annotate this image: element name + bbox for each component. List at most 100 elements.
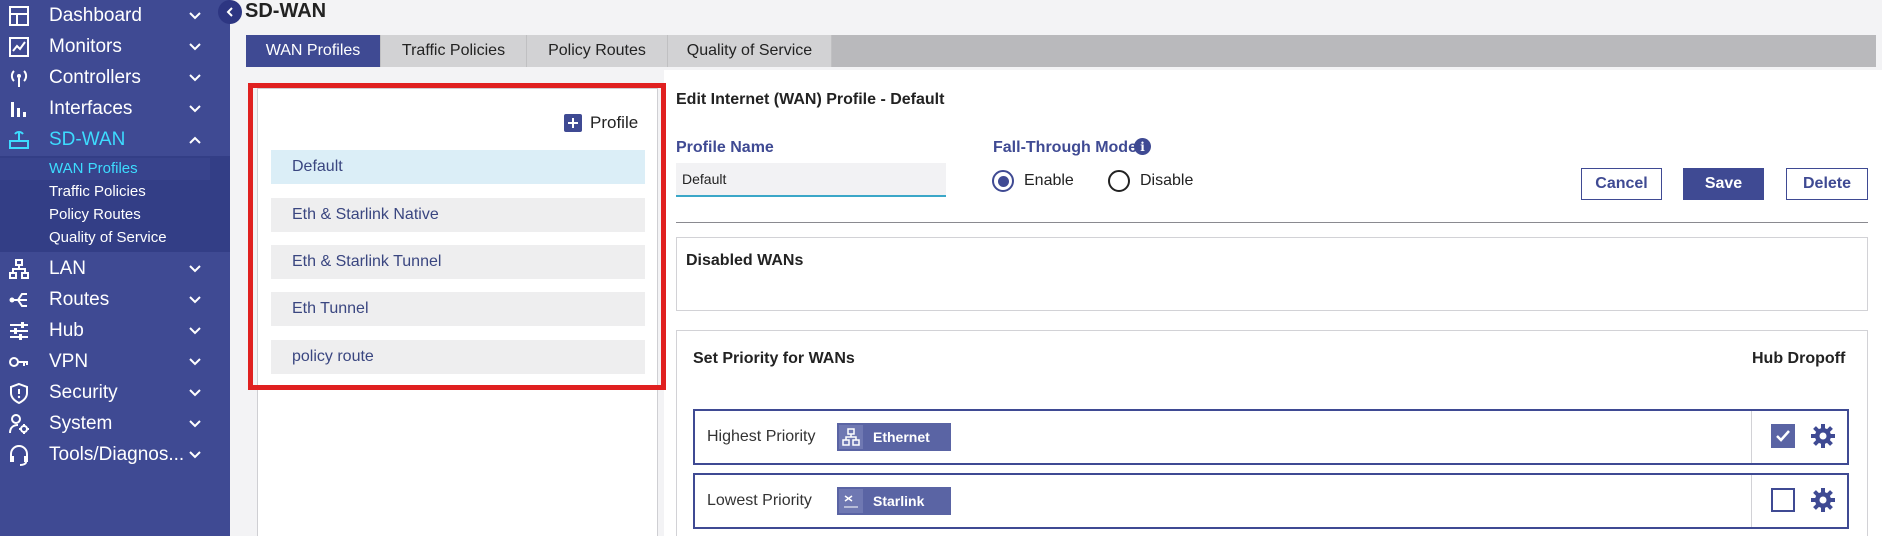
antenna-icon xyxy=(8,67,30,89)
profile-name-input[interactable] xyxy=(676,163,946,197)
fallthrough-mode-label: Fall-Through Mode xyxy=(993,139,1137,156)
chevron-down-icon xyxy=(188,417,202,431)
headset-icon xyxy=(8,444,30,466)
wan-priority-row: Highest Priority Ethernet xyxy=(693,409,1849,465)
submenu-item-traffic-policies[interactable]: Traffic Policies xyxy=(49,183,146,200)
checkmark-icon xyxy=(1776,430,1790,442)
ethernet-icon xyxy=(839,425,863,449)
cancel-button[interactable]: Cancel xyxy=(1581,168,1662,200)
sidebar-item-controllers[interactable]: Controllers xyxy=(0,62,230,93)
starlink-icon xyxy=(839,489,863,513)
sidebar-item-label: Security xyxy=(49,381,118,403)
bar-chart-icon xyxy=(8,98,30,120)
delete-button[interactable]: Delete xyxy=(1786,168,1868,200)
radio-selected-icon xyxy=(992,170,1014,192)
chevron-down-icon xyxy=(188,9,202,23)
chevron-down-icon xyxy=(188,448,202,462)
gear-icon[interactable] xyxy=(1810,487,1836,513)
router-icon xyxy=(8,129,30,151)
sidebar: Dashboard Monitors Controllers Interface… xyxy=(0,0,230,536)
sidebar-item-label: SD-WAN xyxy=(49,128,126,150)
sidebar-item-interfaces[interactable]: Interfaces xyxy=(0,93,230,124)
chevron-down-icon xyxy=(188,355,202,369)
lan-tree-icon xyxy=(8,258,30,280)
section-divider xyxy=(676,222,1868,223)
sidebar-item-security[interactable]: Security xyxy=(0,377,230,408)
sidebar-item-system[interactable]: System xyxy=(0,408,230,439)
submenu-item-wan-profiles[interactable]: WAN Profiles xyxy=(49,160,138,177)
gear-icon[interactable] xyxy=(1810,423,1836,449)
sidebar-item-label: Routes xyxy=(49,288,110,310)
tab-policy-routes[interactable]: Policy Routes xyxy=(527,35,668,67)
priority-label: Highest Priority xyxy=(707,428,816,445)
disable-label: Disable xyxy=(1140,172,1194,189)
chevron-up-icon xyxy=(188,133,202,147)
sidebar-item-dashboard[interactable]: Dashboard xyxy=(0,0,230,31)
chevron-left-icon xyxy=(226,7,233,17)
chevron-down-icon xyxy=(188,386,202,400)
sidebar-item-label: Controllers xyxy=(49,66,141,88)
plus-icon xyxy=(564,114,582,132)
fallthrough-disable-radio[interactable]: Disable xyxy=(1108,170,1193,192)
profile-item[interactable]: Eth & Starlink Tunnel xyxy=(271,245,645,279)
info-icon[interactable]: i xyxy=(1134,138,1151,155)
user-gear-icon xyxy=(8,413,30,435)
editor-title: Edit Internet (WAN) Profile - Default xyxy=(676,91,945,108)
tab-wan-profiles[interactable]: WAN Profiles xyxy=(246,35,381,67)
radio-unselected-icon xyxy=(1108,170,1130,192)
chevron-down-icon xyxy=(188,102,202,116)
sidebar-item-lan[interactable]: LAN xyxy=(0,253,230,284)
disabled-wans-box xyxy=(676,237,1868,311)
chevron-down-icon xyxy=(188,324,202,338)
fallthrough-enable-radio[interactable]: Enable xyxy=(992,170,1074,192)
sidebar-item-tools-diagnostics[interactable]: Tools/Diagnos... xyxy=(0,439,230,470)
wan-name: Starlink xyxy=(873,493,925,509)
sidebar-item-label: System xyxy=(49,412,113,434)
dashboard-icon xyxy=(8,5,30,27)
key-icon xyxy=(8,351,30,373)
hub-dropoff-title: Hub Dropoff xyxy=(1752,350,1846,367)
sidebar-item-label: Tools/Diagnos... xyxy=(49,443,185,465)
tab-quality-of-service[interactable]: Quality of Service xyxy=(668,35,832,67)
add-profile-button[interactable]: Profile xyxy=(564,113,638,133)
enable-label: Enable xyxy=(1024,172,1074,189)
wan-name: Ethernet xyxy=(873,429,930,445)
chevron-down-icon xyxy=(188,262,202,276)
sidebar-collapse-button[interactable] xyxy=(218,0,242,24)
sidebar-item-label: Interfaces xyxy=(49,97,133,119)
profile-item[interactable]: Eth Tunnel xyxy=(271,292,645,326)
tab-bar: WAN Profiles Traffic Policies Policy Rou… xyxy=(246,35,1876,67)
tab-traffic-policies[interactable]: Traffic Policies xyxy=(381,35,527,67)
sidebar-item-sd-wan[interactable]: SD-WAN xyxy=(0,124,230,155)
profile-item[interactable]: policy route xyxy=(271,340,645,374)
page-title: SD-WAN xyxy=(245,0,327,22)
sidebar-item-monitors[interactable]: Monitors xyxy=(0,31,230,62)
sidebar-item-label: Dashboard xyxy=(49,4,142,26)
hub-dropoff-checkbox[interactable] xyxy=(1771,424,1795,448)
sidebar-item-label: Hub xyxy=(49,319,84,341)
sidebar-item-label: LAN xyxy=(49,257,86,279)
wan-priority-row: Lowest Priority Starlink xyxy=(693,473,1849,529)
wan-chip-ethernet[interactable]: Ethernet xyxy=(837,423,951,451)
save-button[interactable]: Save xyxy=(1683,168,1764,200)
monitor-chart-icon xyxy=(8,36,30,58)
submenu-item-policy-routes[interactable]: Policy Routes xyxy=(49,206,141,223)
shield-icon xyxy=(8,382,30,405)
priority-label: Lowest Priority xyxy=(707,492,812,509)
add-profile-label: Profile xyxy=(590,113,639,132)
sidebar-item-hub[interactable]: Hub xyxy=(0,315,230,346)
disabled-wans-title: Disabled WANs xyxy=(686,252,804,269)
profile-item-default[interactable]: Default xyxy=(271,150,645,184)
sliders-icon xyxy=(8,320,30,342)
wan-chip-starlink[interactable]: Starlink xyxy=(837,487,951,515)
wan-priority-title: Set Priority for WANs xyxy=(693,350,855,367)
column-separator xyxy=(1751,411,1752,463)
submenu-item-quality-of-service[interactable]: Quality of Service xyxy=(49,229,167,246)
sidebar-item-label: VPN xyxy=(49,350,89,372)
hub-dropoff-checkbox[interactable] xyxy=(1771,488,1795,512)
sidebar-item-vpn[interactable]: VPN xyxy=(0,346,230,377)
chevron-down-icon xyxy=(188,71,202,85)
sidebar-item-routes[interactable]: Routes xyxy=(0,284,230,315)
profile-item[interactable]: Eth & Starlink Native xyxy=(271,198,645,232)
column-separator xyxy=(1751,475,1752,527)
